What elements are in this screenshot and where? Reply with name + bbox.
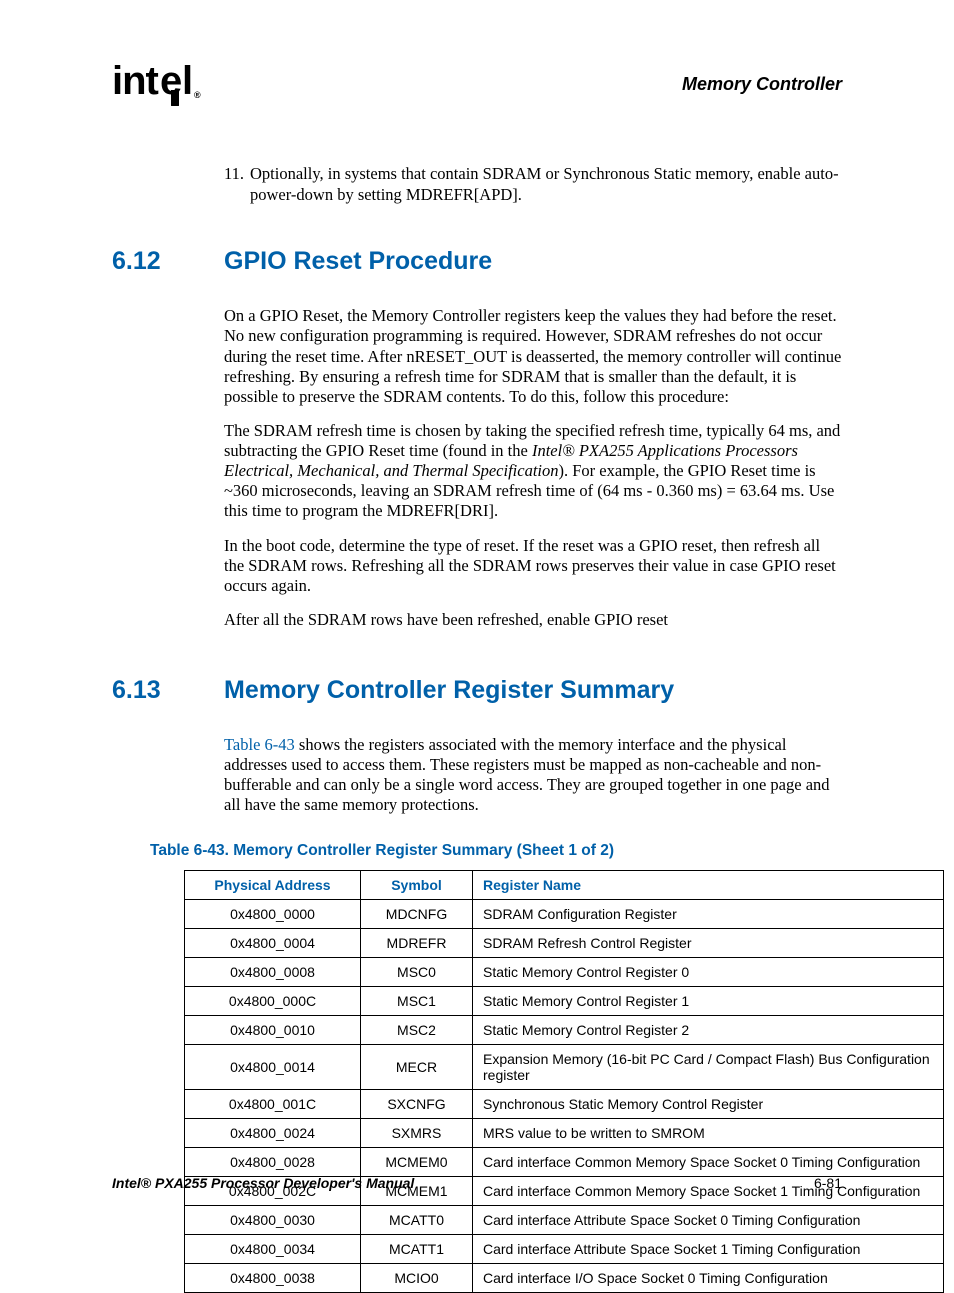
table-row: 0x4800_0024SXMRSMRS value to be written … <box>185 1118 944 1147</box>
cell-register-name: Static Memory Control Register 1 <box>473 986 944 1015</box>
table-row: 0x4800_0008MSC0Static Memory Control Reg… <box>185 957 944 986</box>
section-number: 6.12 <box>112 247 224 276</box>
cell-register-name: Synchronous Static Memory Control Regist… <box>473 1089 944 1118</box>
cell-address: 0x4800_000C <box>185 986 361 1015</box>
section-body: Table 6-43 shows the registers associate… <box>224 735 842 816</box>
cell-address: 0x4800_0010 <box>185 1015 361 1044</box>
cell-symbol: MCIO0 <box>361 1263 473 1292</box>
list-item-number: 11. <box>224 164 250 205</box>
cell-symbol: MSC1 <box>361 986 473 1015</box>
section-title: Memory Controller Register Summary <box>224 676 842 705</box>
svg-text:int: int <box>112 62 159 103</box>
table-header-row: Physical Address Symbol Register Name <box>185 870 944 899</box>
table-row: 0x4800_0004MDREFRSDRAM Refresh Control R… <box>185 928 944 957</box>
paragraph: Table 6-43 shows the registers associate… <box>224 735 842 816</box>
cell-register-name: MRS value to be written to SMROM <box>473 1118 944 1147</box>
col-header-address: Physical Address <box>185 870 361 899</box>
cell-address: 0x4800_0028 <box>185 1147 361 1176</box>
section-body: On a GPIO Reset, the Memory Controller r… <box>224 306 842 630</box>
cell-symbol: MDCNFG <box>361 899 473 928</box>
col-header-symbol: Symbol <box>361 870 473 899</box>
cell-address: 0x4800_0014 <box>185 1044 361 1089</box>
cell-address: 0x4800_0038 <box>185 1263 361 1292</box>
continued-list: 11. Optionally, in systems that contain … <box>224 164 842 205</box>
table-row: 0x4800_0038MCIO0Card interface I/O Space… <box>185 1263 944 1292</box>
cell-symbol: MCATT0 <box>361 1205 473 1234</box>
page-footer: Intel® PXA255 Processor Developer's Manu… <box>112 1175 842 1191</box>
text-run: shows the registers associated with the … <box>224 735 830 814</box>
cell-symbol: MDREFR <box>361 928 473 957</box>
cell-address: 0x4800_0024 <box>185 1118 361 1147</box>
page-header: int e l ® Memory Controller <box>112 62 842 106</box>
section-heading: 6.13 Memory Controller Register Summary <box>112 676 842 705</box>
cell-symbol: SXCNFG <box>361 1089 473 1118</box>
table-row: 0x4800_0034MCATT1Card interface Attribut… <box>185 1234 944 1263</box>
footer-title: Intel® PXA255 Processor Developer's Manu… <box>112 1175 414 1191</box>
cell-register-name: Expansion Memory (16-bit PC Card / Compa… <box>473 1044 944 1089</box>
cell-register-name: SDRAM Refresh Control Register <box>473 928 944 957</box>
section-heading: 6.12 GPIO Reset Procedure <box>112 247 842 276</box>
cell-symbol: MSC2 <box>361 1015 473 1044</box>
footer-page-number: 6-81 <box>814 1175 842 1191</box>
intel-logo: int e l ® <box>112 62 212 106</box>
table-row: 0x4800_000CMSC1Static Memory Control Reg… <box>185 986 944 1015</box>
cell-symbol: MECR <box>361 1044 473 1089</box>
section-6-12: 6.12 GPIO Reset Procedure On a GPIO Rese… <box>112 247 842 630</box>
cell-address: 0x4800_0000 <box>185 899 361 928</box>
paragraph: The SDRAM refresh time is chosen by taki… <box>224 421 842 522</box>
cell-symbol: MCATT1 <box>361 1234 473 1263</box>
table-row: 0x4800_0000MDCNFGSDRAM Configuration Reg… <box>185 899 944 928</box>
list-item-11: 11. Optionally, in systems that contain … <box>224 164 842 205</box>
table-row: 0x4800_0030MCATT0Card interface Attribut… <box>185 1205 944 1234</box>
list-item-text: Optionally, in systems that contain SDRA… <box>250 164 842 205</box>
paragraph: After all the SDRAM rows have been refre… <box>224 610 842 630</box>
chapter-title: Memory Controller <box>682 74 842 95</box>
cell-register-name: Card interface Common Memory Space Socke… <box>473 1147 944 1176</box>
cell-address: 0x4800_0004 <box>185 928 361 957</box>
cell-register-name: Card interface Attribute Space Socket 0 … <box>473 1205 944 1234</box>
table-row: 0x4800_0028MCMEM0Card interface Common M… <box>185 1147 944 1176</box>
cell-address: 0x4800_0030 <box>185 1205 361 1234</box>
page: int e l ® Memory Controller 11. Optional… <box>0 0 954 1235</box>
table-row: 0x4800_0010MSC2Static Memory Control Reg… <box>185 1015 944 1044</box>
cell-register-name: SDRAM Configuration Register <box>473 899 944 928</box>
section-6-13: 6.13 Memory Controller Register Summary … <box>112 676 842 1293</box>
cell-address: 0x4800_0034 <box>185 1234 361 1263</box>
cell-address: 0x4800_0008 <box>185 957 361 986</box>
svg-text:l: l <box>182 62 192 103</box>
svg-text:®: ® <box>194 90 201 100</box>
col-header-name: Register Name <box>473 870 944 899</box>
register-summary-table: Physical Address Symbol Register Name 0x… <box>184 870 944 1293</box>
cell-symbol: MCMEM0 <box>361 1147 473 1176</box>
cell-symbol: SXMRS <box>361 1118 473 1147</box>
paragraph: On a GPIO Reset, the Memory Controller r… <box>224 306 842 407</box>
cell-register-name: Static Memory Control Register 0 <box>473 957 944 986</box>
cell-register-name: Card interface I/O Space Socket 0 Timing… <box>473 1263 944 1292</box>
table-row: 0x4800_001CSXCNFGSynchronous Static Memo… <box>185 1089 944 1118</box>
cross-reference-link[interactable]: Table 6-43 <box>224 735 295 754</box>
section-title: GPIO Reset Procedure <box>224 247 842 276</box>
table-caption: Table 6-43. Memory Controller Register S… <box>150 842 842 860</box>
cell-register-name: Card interface Attribute Space Socket 1 … <box>473 1234 944 1263</box>
section-number: 6.13 <box>112 676 224 705</box>
table-row: 0x4800_0014MECRExpansion Memory (16-bit … <box>185 1044 944 1089</box>
cell-address: 0x4800_001C <box>185 1089 361 1118</box>
paragraph: In the boot code, determine the type of … <box>224 536 842 596</box>
cell-register-name: Static Memory Control Register 2 <box>473 1015 944 1044</box>
cell-symbol: MSC0 <box>361 957 473 986</box>
